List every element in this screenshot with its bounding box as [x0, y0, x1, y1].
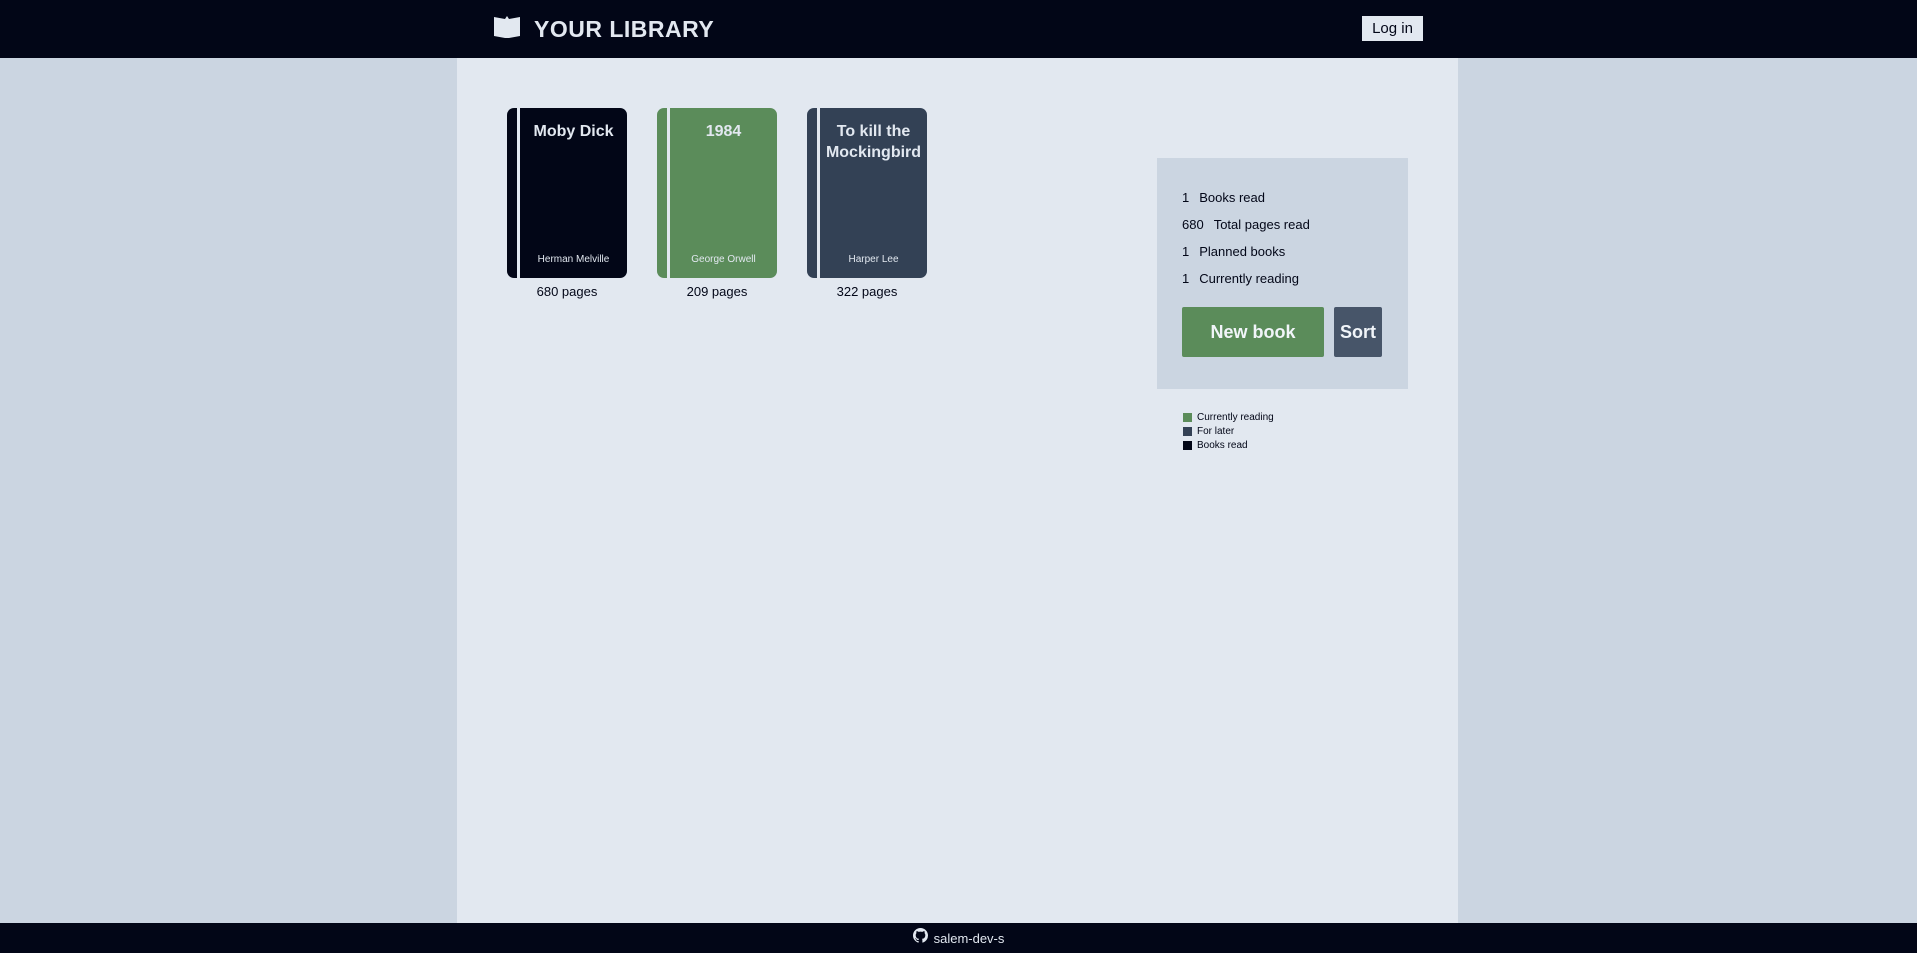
book-open-icon — [492, 14, 522, 45]
stat-books-read: 1 Books read — [1182, 184, 1383, 211]
stat-value: 1 — [1182, 190, 1190, 205]
stat-label: Total pages read — [1213, 217, 1310, 232]
book-title: 1984 — [705, 123, 742, 140]
legend-swatch — [1183, 440, 1192, 450]
legend-item: For later — [1183, 424, 1274, 438]
book-author: Harper Lee — [848, 254, 899, 265]
book-pages: 322 pages — [836, 284, 898, 299]
app-title: YOUR LIBRARY — [534, 15, 715, 42]
status-legend: Currently reading For later Books read — [1183, 410, 1274, 452]
footer-author-link[interactable]: salem-dev-s — [934, 931, 1005, 946]
stat-currently-reading: 1 Currently reading — [1182, 265, 1383, 292]
book-shelf: Moby Dick Herman Melville 680 pages 1984… — [507, 108, 927, 299]
legend-item: Currently reading — [1183, 410, 1274, 424]
book-author: Herman Melville — [537, 254, 610, 265]
stats-panel: 1 Books read 680 Total pages read 1 Plan… — [1157, 158, 1408, 389]
legend-swatch — [1183, 412, 1192, 422]
book-author: George Orwell — [691, 254, 756, 265]
stat-total-pages: 680 Total pages read — [1182, 211, 1383, 238]
book-pages: 209 pages — [686, 284, 748, 299]
stat-value: 1 — [1182, 271, 1190, 286]
main-content: Moby Dick Herman Melville 680 pages 1984… — [457, 58, 1458, 923]
stat-label: Currently reading — [1199, 271, 1299, 286]
book-title: To kill the Mockingbird — [825, 123, 922, 161]
book-item: 1984 George Orwell 209 pages — [657, 108, 777, 299]
sort-button[interactable]: Sort — [1334, 307, 1382, 357]
stat-label: Planned books — [1199, 244, 1286, 259]
book-item: To kill the Mockingbird Harper Lee 322 p… — [807, 108, 927, 299]
login-button[interactable]: Log in — [1362, 16, 1423, 41]
book-cover[interactable]: Moby Dick Herman Melville — [507, 108, 627, 278]
legend-label: Books read — [1197, 439, 1248, 451]
new-book-button[interactable]: New book — [1182, 307, 1324, 357]
book-item: Moby Dick Herman Melville 680 pages — [507, 108, 627, 299]
stat-value: 680 — [1182, 217, 1204, 232]
legend-swatch — [1183, 426, 1192, 436]
brand: YOUR LIBRARY — [492, 14, 714, 44]
legend-item: Books read — [1183, 438, 1274, 452]
book-pages: 680 pages — [536, 284, 598, 299]
footer: salem-dev-s — [0, 923, 1917, 953]
stat-label: Books read — [1199, 190, 1265, 205]
book-cover[interactable]: 1984 George Orwell — [657, 108, 777, 278]
top-bar: YOUR LIBRARY Log in — [0, 0, 1917, 58]
book-cover[interactable]: To kill the Mockingbird Harper Lee — [807, 108, 927, 278]
github-icon[interactable] — [912, 928, 928, 948]
legend-label: For later — [1197, 425, 1235, 437]
stat-planned-books: 1 Planned books — [1182, 238, 1383, 265]
legend-label: Currently reading — [1197, 411, 1274, 423]
book-title: Moby Dick — [533, 123, 614, 140]
stat-value: 1 — [1182, 244, 1190, 259]
stats-actions: New book Sort — [1182, 307, 1383, 357]
